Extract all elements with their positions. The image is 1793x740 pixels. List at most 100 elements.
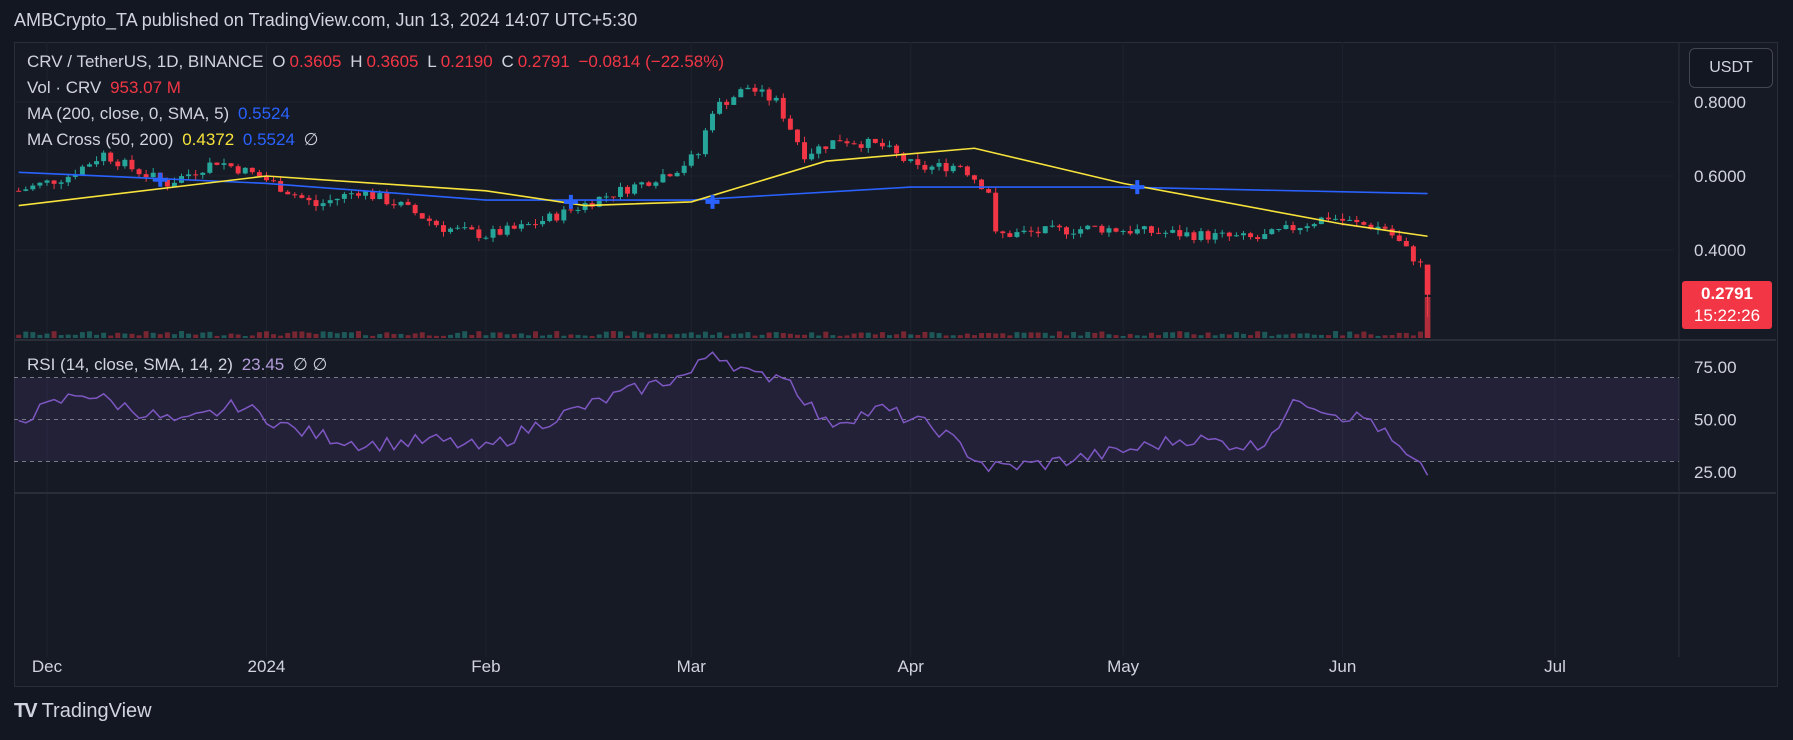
- volume-bar: [554, 331, 560, 338]
- candle-body: [568, 209, 574, 211]
- volume-bar: [1333, 331, 1339, 338]
- volume-bar: [1049, 335, 1055, 338]
- candle-body: [398, 201, 404, 206]
- candle-body: [1099, 225, 1105, 233]
- high-label: H: [350, 52, 363, 71]
- volume-bar: [1255, 331, 1261, 338]
- volume-bar: [384, 332, 390, 338]
- volume-bar: [228, 333, 234, 338]
- candle-body: [65, 176, 71, 183]
- candle-body: [957, 165, 963, 167]
- candle-body: [313, 200, 319, 207]
- candle-body: [1354, 219, 1360, 223]
- currency-button[interactable]: USDT: [1689, 48, 1773, 88]
- volume-bar: [1276, 334, 1282, 338]
- volume-bar: [235, 334, 241, 338]
- volume-label: Vol · CRV: [27, 78, 102, 97]
- candle-body: [1120, 231, 1126, 233]
- volume-bar: [285, 332, 291, 338]
- rsi-legend: RSI (14, close, SMA, 14, 2) 23.45 ∅ ∅: [27, 355, 331, 375]
- candle-body: [462, 227, 468, 229]
- volume-bar: [356, 331, 361, 338]
- volume-value: 953.07 M: [110, 78, 181, 97]
- volume-bar: [1403, 332, 1409, 338]
- candle-body: [632, 184, 638, 194]
- candle-body: [1403, 241, 1409, 247]
- volume-bar: [1304, 333, 1310, 338]
- volume-bar: [1078, 335, 1084, 338]
- rsi-tick-label: 25.00: [1694, 463, 1737, 482]
- volume-bar: [150, 332, 156, 338]
- price-tick-label: 0.4000: [1694, 241, 1746, 260]
- candle-body: [1163, 232, 1169, 234]
- tradingview-footer[interactable]: TV TradingView: [14, 700, 152, 723]
- volume-bar: [731, 333, 737, 338]
- candle-body: [1014, 232, 1020, 237]
- candle-body: [1347, 219, 1353, 221]
- volume-bar: [37, 334, 43, 338]
- volume-bar: [30, 332, 36, 338]
- candle-body: [1205, 231, 1211, 240]
- volume-bar: [1382, 335, 1388, 338]
- volume-bar: [830, 335, 836, 338]
- candle-body: [320, 203, 326, 207]
- candle-body: [108, 152, 114, 162]
- candle-body: [37, 182, 43, 186]
- volume-bar: [1056, 331, 1062, 338]
- candle-body: [1134, 229, 1140, 234]
- ma-cross-extra: ∅: [303, 130, 319, 149]
- candle-body: [143, 174, 149, 178]
- volume-bar: [1163, 332, 1169, 338]
- candle-body: [894, 145, 900, 154]
- volume-bar: [58, 335, 64, 338]
- volume-bar: [1424, 297, 1431, 338]
- close-label: C: [501, 52, 514, 71]
- volume-bar: [816, 335, 822, 338]
- volume-bar: [363, 335, 369, 338]
- candle-body: [94, 161, 100, 165]
- tradingview-logo-icon: TV: [14, 700, 38, 722]
- symbol-legend: CRV / TetherUS, 1D, BINANCE O 0.3605 H 0.3…: [27, 52, 728, 72]
- candle-body: [858, 144, 864, 148]
- candle-body: [561, 209, 567, 221]
- volume-bar: [1127, 333, 1133, 338]
- candle-body: [79, 166, 85, 176]
- volume-bar: [688, 332, 694, 338]
- candle-body: [1333, 218, 1339, 220]
- candle-body: [1241, 233, 1246, 236]
- candle-body: [476, 229, 482, 239]
- volume-bar: [1106, 334, 1112, 338]
- candle-body: [455, 227, 461, 229]
- volume-bar: [710, 334, 715, 338]
- candle-body: [356, 193, 361, 196]
- candle-body: [1071, 233, 1077, 235]
- candle-body: [1170, 230, 1176, 233]
- candle-body: [1255, 237, 1261, 240]
- candle-body: [879, 142, 885, 147]
- volume-bar: [405, 335, 411, 338]
- candle-body: [887, 145, 892, 147]
- candle-body: [1276, 229, 1282, 231]
- price-tick-label: 0.6000: [1694, 167, 1746, 186]
- volume-bar: [476, 331, 482, 338]
- candle-body: [1156, 232, 1162, 234]
- candle-body: [1106, 228, 1112, 233]
- volume-bar: [1028, 332, 1034, 338]
- candle-body: [1396, 235, 1402, 242]
- rsi-tick-label: 50.00: [1694, 411, 1737, 430]
- volume-bar: [986, 332, 992, 338]
- volume-bar: [1205, 332, 1211, 338]
- volume-bar: [667, 334, 673, 338]
- candle-body: [823, 146, 829, 149]
- volume-bar: [1290, 333, 1296, 338]
- candle-body: [285, 191, 291, 195]
- volume-bar: [915, 334, 921, 338]
- candle-body: [1177, 230, 1183, 237]
- candle-body: [214, 162, 220, 165]
- volume-bar: [582, 335, 588, 338]
- candle-body: [256, 172, 262, 177]
- candle-body: [547, 213, 553, 221]
- candle-body: [688, 154, 694, 166]
- volume-bar: [681, 333, 687, 338]
- candle-body: [370, 191, 376, 200]
